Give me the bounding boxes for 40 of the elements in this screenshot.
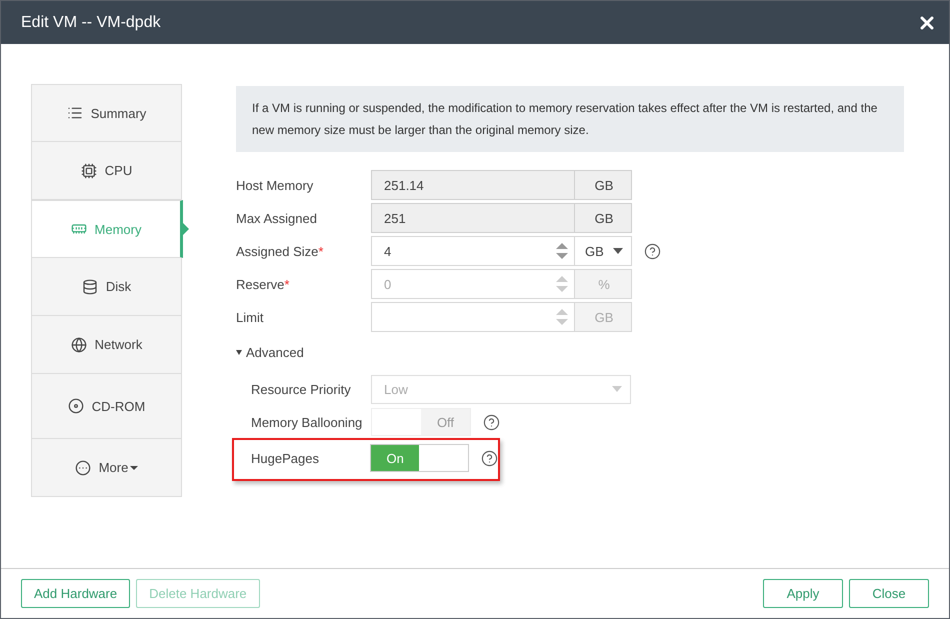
field-label: HugePages <box>251 450 320 466</box>
field-label: Reserve* <box>236 276 290 292</box>
unit-label: GB <box>575 203 632 233</box>
field-label: Host Memory <box>236 178 314 192</box>
sidebar-item[interactable]: CD-ROM <box>31 374 182 439</box>
selection-pointer <box>183 223 189 235</box>
unit-label: % <box>575 269 632 299</box>
footer-button[interactable]: Apply <box>763 579 843 608</box>
ellipsis-icon <box>74 460 91 476</box>
list-icon <box>66 105 83 121</box>
advanced-toggle[interactable]: Advanced <box>236 345 304 360</box>
window-title: Edit VM -- VM-dpdk <box>21 14 161 32</box>
sidebar-item[interactable]: CPU <box>31 142 182 200</box>
sidebar-item[interactable]: Disk <box>31 258 182 316</box>
field-label: Memory Ballooning <box>251 414 364 430</box>
chip-icon <box>80 162 97 178</box>
unit-label: GB <box>575 170 632 200</box>
field-label: Assigned Size* <box>236 244 324 258</box>
field-label: Max Assigned <box>236 210 318 226</box>
field-label: Limit <box>236 310 264 324</box>
readonly-field: 251 <box>371 203 575 233</box>
notice-text: If a VM is running or suspended, the modification to memory reservation takes effect after the VM is restarted, and the new memory size must be larger than the original memory size. <box>236 86 904 152</box>
database-icon <box>82 278 98 294</box>
globe-icon <box>70 336 87 352</box>
footer-button[interactable]: Add Hardware <box>21 579 130 608</box>
field-label: Resource Priority <box>251 382 352 396</box>
unit-label: GB <box>575 302 632 332</box>
disc-icon <box>68 398 84 414</box>
sidebar-item[interactable]: Summary <box>31 84 182 142</box>
help-icon[interactable] <box>644 242 661 260</box>
sidebar-item[interactable]: Network <box>31 316 182 374</box>
help-icon[interactable] <box>481 450 498 466</box>
readonly-field: 251.14 <box>371 170 575 200</box>
unit-dropdown[interactable]: GB <box>575 236 632 266</box>
number-field[interactable]: 4 <box>371 236 575 266</box>
spinner-icon[interactable] <box>556 243 568 259</box>
footer-button[interactable]: Close <box>849 579 929 608</box>
help-icon[interactable] <box>483 414 500 430</box>
caret-icon <box>130 466 138 470</box>
sidebar-item[interactable]: More <box>31 439 182 497</box>
